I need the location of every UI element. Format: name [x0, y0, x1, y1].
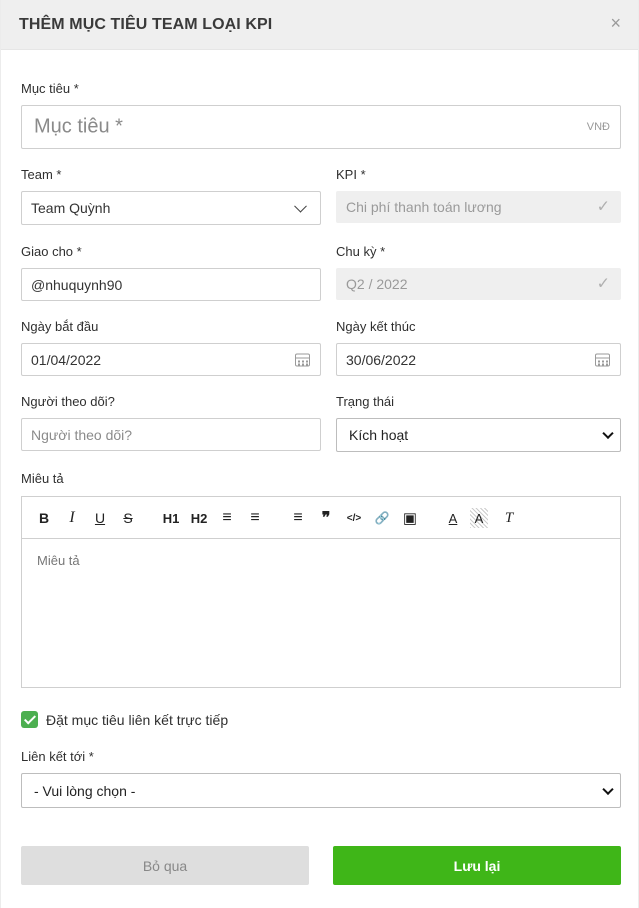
- assignee-value: @nhuquynh90: [31, 276, 123, 293]
- assignee-input[interactable]: @nhuquynh90: [21, 268, 321, 301]
- text-color-icon[interactable]: A: [442, 508, 464, 528]
- follower-input[interactable]: Người theo dõi?: [21, 418, 321, 451]
- kpi-label: KPI *: [336, 167, 366, 182]
- check-icon: ✓: [596, 275, 610, 293]
- end-date-value: 30/06/2022: [346, 351, 417, 368]
- direct-link-label: Đặt mục tiêu liên kết trực tiếp: [46, 712, 229, 728]
- start-date-value: 01/04/2022: [31, 351, 102, 368]
- link-icon[interactable]: 🔗: [371, 508, 393, 528]
- ordered-list-icon[interactable]: ≡: [216, 508, 238, 528]
- status-label: Trạng thái: [336, 394, 395, 409]
- background-color-icon[interactable]: A: [470, 508, 488, 528]
- modal-header: THÊM MỤC TIÊU TEAM LOẠI KPI ×: [1, 0, 638, 50]
- team-select[interactable]: Team Quỳnh: [21, 191, 321, 225]
- strikethrough-icon[interactable]: S: [117, 508, 139, 528]
- currency-unit: VNĐ: [586, 121, 610, 133]
- team-label: Team *: [21, 167, 62, 182]
- check-icon: ✓: [596, 198, 610, 216]
- bullet-list-icon[interactable]: ≡: [244, 508, 266, 528]
- underline-icon[interactable]: U: [89, 508, 111, 528]
- bold-icon[interactable]: B: [33, 508, 55, 528]
- chevron-down-icon: [602, 427, 614, 440]
- cycle-value: Q2 / 2022: [346, 276, 408, 292]
- description-label: Miêu tả: [21, 471, 64, 486]
- assignee-label: Giao cho *: [21, 244, 82, 259]
- end-date-label: Ngày kết thúc: [336, 319, 416, 334]
- status-select[interactable]: Kích hoạt: [336, 418, 621, 452]
- clear-format-icon[interactable]: T: [498, 508, 520, 528]
- follower-label: Người theo dõi?: [21, 394, 115, 409]
- heading1-icon[interactable]: H1: [160, 508, 182, 528]
- italic-icon[interactable]: I: [61, 508, 83, 528]
- heading2-icon[interactable]: H2: [188, 508, 210, 528]
- status-value: Kích hoạt: [349, 427, 409, 443]
- image-icon[interactable]: ▣: [399, 508, 421, 528]
- editor-toolbar: B I U S H1 H2 ≡ ≡ ≡ ❞ </> 🔗 ▣ A A T: [22, 497, 620, 539]
- description-editor[interactable]: B I U S H1 H2 ≡ ≡ ≡ ❞ </> 🔗 ▣ A A T Miêu…: [21, 496, 621, 688]
- calendar-icon[interactable]: [295, 353, 310, 366]
- cycle-label: Chu kỳ *: [336, 244, 386, 259]
- direct-link-checkbox[interactable]: [21, 711, 38, 728]
- chevron-down-icon: [294, 199, 307, 213]
- goal-label: Mục tiêu *: [21, 81, 79, 96]
- save-button[interactable]: Lưu lại: [333, 846, 621, 885]
- follower-placeholder: Người theo dõi?: [31, 426, 133, 443]
- align-icon[interactable]: ≡: [287, 508, 309, 528]
- chevron-down-icon: [602, 783, 614, 795]
- goal-input[interactable]: Mục tiêu * VNĐ: [21, 105, 621, 149]
- kpi-value: Chi phí thanh toán lương: [346, 199, 502, 215]
- close-icon[interactable]: ×: [610, 13, 621, 33]
- cycle-field: Q2 / 2022 ✓: [336, 268, 621, 300]
- modal-title: THÊM MỤC TIÊU TEAM LOẠI KPI: [19, 16, 273, 33]
- link-to-label: Liên kết tới *: [21, 749, 94, 764]
- kpi-field: Chi phí thanh toán lương ✓: [336, 191, 621, 223]
- description-placeholder: Miêu tả: [37, 553, 80, 568]
- start-date-label: Ngày bắt đầu: [21, 319, 99, 334]
- add-team-goal-modal: THÊM MỤC TIÊU TEAM LOẠI KPI × Mục tiêu *…: [0, 0, 639, 908]
- link-to-select[interactable]: - Vui lòng chọn -: [21, 773, 621, 808]
- end-date-input[interactable]: 30/06/2022: [336, 343, 621, 376]
- goal-placeholder: Mục tiêu *: [34, 115, 123, 138]
- link-to-value: - Vui lòng chọn -: [34, 782, 136, 799]
- start-date-input[interactable]: 01/04/2022: [21, 343, 321, 376]
- calendar-icon[interactable]: [595, 353, 610, 366]
- blockquote-icon[interactable]: ❞: [315, 508, 337, 528]
- skip-button[interactable]: Bỏ qua: [21, 846, 309, 885]
- team-value: Team Quỳnh: [31, 200, 111, 216]
- code-icon[interactable]: </>: [343, 508, 365, 528]
